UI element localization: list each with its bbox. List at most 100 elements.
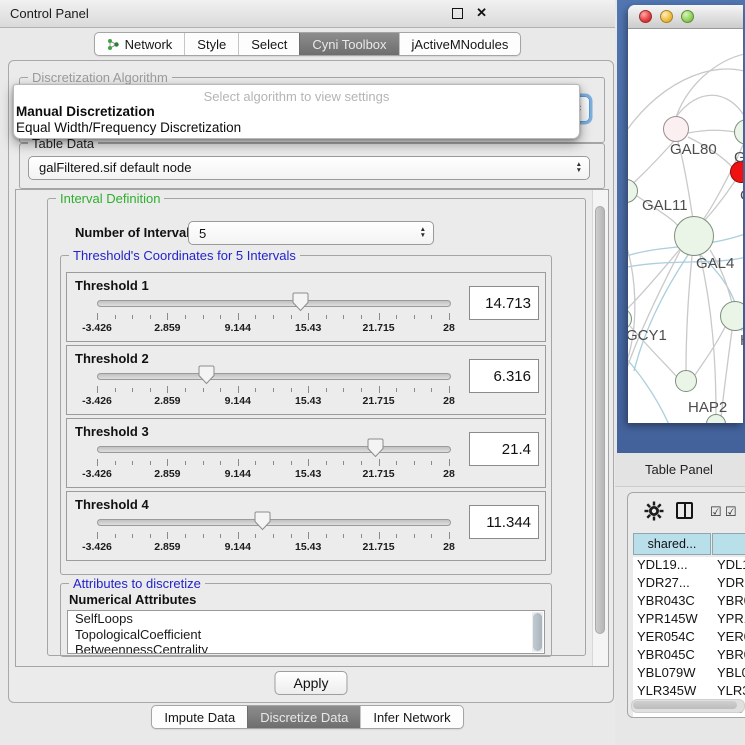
list-scrollbar[interactable] xyxy=(532,612,543,652)
group-title: Attributes to discretize xyxy=(69,576,205,591)
tick-mark xyxy=(255,461,256,465)
cell-shared-name: YBR045C xyxy=(633,647,711,665)
tab-style[interactable]: Style xyxy=(184,33,238,55)
table-row-ydr27[interactable]: YDR27...YDR2 xyxy=(633,575,745,593)
slider-tick-labels: -3.4262.8599.14415.4321.71528 xyxy=(97,322,449,334)
tick-mark xyxy=(220,461,221,465)
table-panel: ☑ ☑ shared... na YDL19...YDL1YDR27...YDR… xyxy=(627,492,745,718)
tick-label: 9.144 xyxy=(225,541,251,553)
network-icon xyxy=(107,38,120,51)
slider-thumb[interactable] xyxy=(367,438,384,458)
table-row-yer054c[interactable]: YER054CYER0 xyxy=(633,629,745,647)
tick-mark xyxy=(343,461,344,465)
table-row-ybr045c[interactable]: YBR045CYBR0 xyxy=(633,647,745,665)
table-row-ypr145w[interactable]: YPR145WYPR1 xyxy=(633,611,745,629)
network-node-gal4[interactable] xyxy=(674,216,714,256)
gear-icon[interactable] xyxy=(644,501,664,521)
table-data-group: Table Data galFiltered.sif default node … xyxy=(19,143,605,189)
tick-mark xyxy=(132,315,133,319)
dropdown-item-equal-width-frequency[interactable]: Equal Width/Frequency Discretization xyxy=(14,120,579,136)
tab-infer-network[interactable]: Infer Network xyxy=(360,706,462,728)
threshold-value-field[interactable]: 14.713 xyxy=(469,286,539,320)
interval-definition-group: Interval Definition Number of Intervals … xyxy=(47,198,586,656)
tab-select[interactable]: Select xyxy=(238,33,299,55)
list-item-selfloops[interactable]: SelfLoops xyxy=(68,611,544,627)
tick-label: 28 xyxy=(443,322,455,334)
tab-label: Cyni Toolbox xyxy=(312,37,386,52)
column-header-shared-name[interactable]: shared... xyxy=(633,533,711,555)
slider-thumb[interactable] xyxy=(292,292,309,312)
tick-mark xyxy=(396,534,397,538)
threshold-value-field[interactable]: 21.4 xyxy=(469,432,539,466)
tick-mark xyxy=(238,459,239,466)
tick-mark xyxy=(203,534,204,538)
column-header-name[interactable]: na xyxy=(712,533,745,555)
arrow-down-icon: ▼ xyxy=(576,168,582,174)
tick-mark xyxy=(115,461,116,465)
bottom-tab-bar: Impute Data Discretize Data Infer Networ… xyxy=(0,705,615,729)
tick-mark xyxy=(185,388,186,392)
slider-track[interactable] xyxy=(97,446,451,453)
tick-mark xyxy=(132,534,133,538)
list-item-betweennesscentrality[interactable]: BetweennessCentrality xyxy=(68,642,544,654)
table-row-ybl079w[interactable]: YBL079WYBL0 xyxy=(633,665,745,683)
tick-mark xyxy=(361,315,362,319)
slider-thumb[interactable] xyxy=(198,365,215,385)
table-row-ybr043c[interactable]: YBR043CYBR0 xyxy=(633,593,745,611)
tab-discretize-data[interactable]: Discretize Data xyxy=(247,706,360,728)
tick-label: 2.859 xyxy=(154,468,180,480)
slider-track[interactable] xyxy=(97,373,451,380)
numerical-attributes-list[interactable]: SelfLoops TopologicalCoefficient Between… xyxy=(67,610,545,654)
dropdown-hint-item[interactable]: Select algorithm to view settings xyxy=(14,89,579,104)
tick-mark xyxy=(414,388,415,392)
network-node-h[interactable] xyxy=(720,301,743,331)
scrollbar-thumb[interactable] xyxy=(595,206,605,634)
split-columns-icon[interactable] xyxy=(676,502,693,519)
threshold-value-field[interactable]: 6.316 xyxy=(469,359,539,393)
table-hscrollbar[interactable] xyxy=(631,699,745,713)
slider-thumb[interactable] xyxy=(254,511,271,531)
network-node-gal80[interactable] xyxy=(663,116,689,142)
tick-mark xyxy=(238,532,239,539)
slider-track[interactable] xyxy=(97,300,451,307)
slider-tick-labels: -3.4262.8599.14415.4321.71528 xyxy=(97,541,449,553)
tick-mark xyxy=(379,459,380,466)
list-item-topologicalcoefficient[interactable]: TopologicalCoefficient xyxy=(68,627,544,643)
tick-mark xyxy=(343,534,344,538)
tick-mark xyxy=(167,532,168,539)
tick-label: 9.144 xyxy=(225,322,251,334)
tick-label: 15.43 xyxy=(295,541,321,553)
minimize-traffic-light-icon[interactable] xyxy=(660,10,673,23)
tab-network[interactable]: Network xyxy=(95,33,185,55)
float-window-icon[interactable] xyxy=(452,8,463,19)
tick-mark xyxy=(273,461,274,465)
tick-mark xyxy=(115,534,116,538)
scrollbar-thumb[interactable] xyxy=(633,701,737,709)
tick-mark xyxy=(326,388,327,392)
scrollbar-thumb[interactable] xyxy=(533,613,542,651)
table-row-ydl19[interactable]: YDL19...YDL1 xyxy=(633,557,745,575)
apply-button[interactable]: Apply xyxy=(274,671,347,695)
checkbox-icon[interactable]: ☑ xyxy=(710,505,722,518)
group-title: Discretization Algorithm xyxy=(28,70,172,85)
tick-mark xyxy=(150,315,151,319)
close-icon[interactable]: ✕ xyxy=(476,5,487,21)
tab-impute-data[interactable]: Impute Data xyxy=(152,706,247,728)
panel-scrollbar[interactable] xyxy=(592,190,608,666)
tab-jactivemnodules[interactable]: jActiveMNodules xyxy=(399,33,521,55)
table-header-row: shared... na xyxy=(633,533,745,555)
dropdown-item-manual-discretization[interactable]: Manual Discretization xyxy=(14,104,579,120)
threshold-label: Threshold 1 xyxy=(75,278,149,293)
close-traffic-light-icon[interactable] xyxy=(639,10,652,23)
network-canvas[interactable]: GAL80GACGAL11GAL4GCY1HHAP2 xyxy=(628,29,743,423)
threshold-value-field[interactable]: 11.344 xyxy=(469,505,539,539)
tick-mark xyxy=(308,386,309,393)
node-table-body: YDL19...YDL1YDR27...YDR2YBR043CYBR0YPR14… xyxy=(633,557,745,718)
zoom-traffic-light-icon[interactable] xyxy=(681,10,694,23)
network-node-hap2[interactable] xyxy=(675,370,697,392)
number-of-intervals-spinner[interactable]: 5 ▲ ▼ xyxy=(188,221,434,245)
table-data-select[interactable]: galFiltered.sif default node ▲ ▼ xyxy=(28,156,590,180)
tab-cyni-toolbox[interactable]: Cyni Toolbox xyxy=(299,33,398,55)
slider-track[interactable] xyxy=(97,519,451,526)
checkbox-icon[interactable]: ☑ xyxy=(725,505,737,518)
